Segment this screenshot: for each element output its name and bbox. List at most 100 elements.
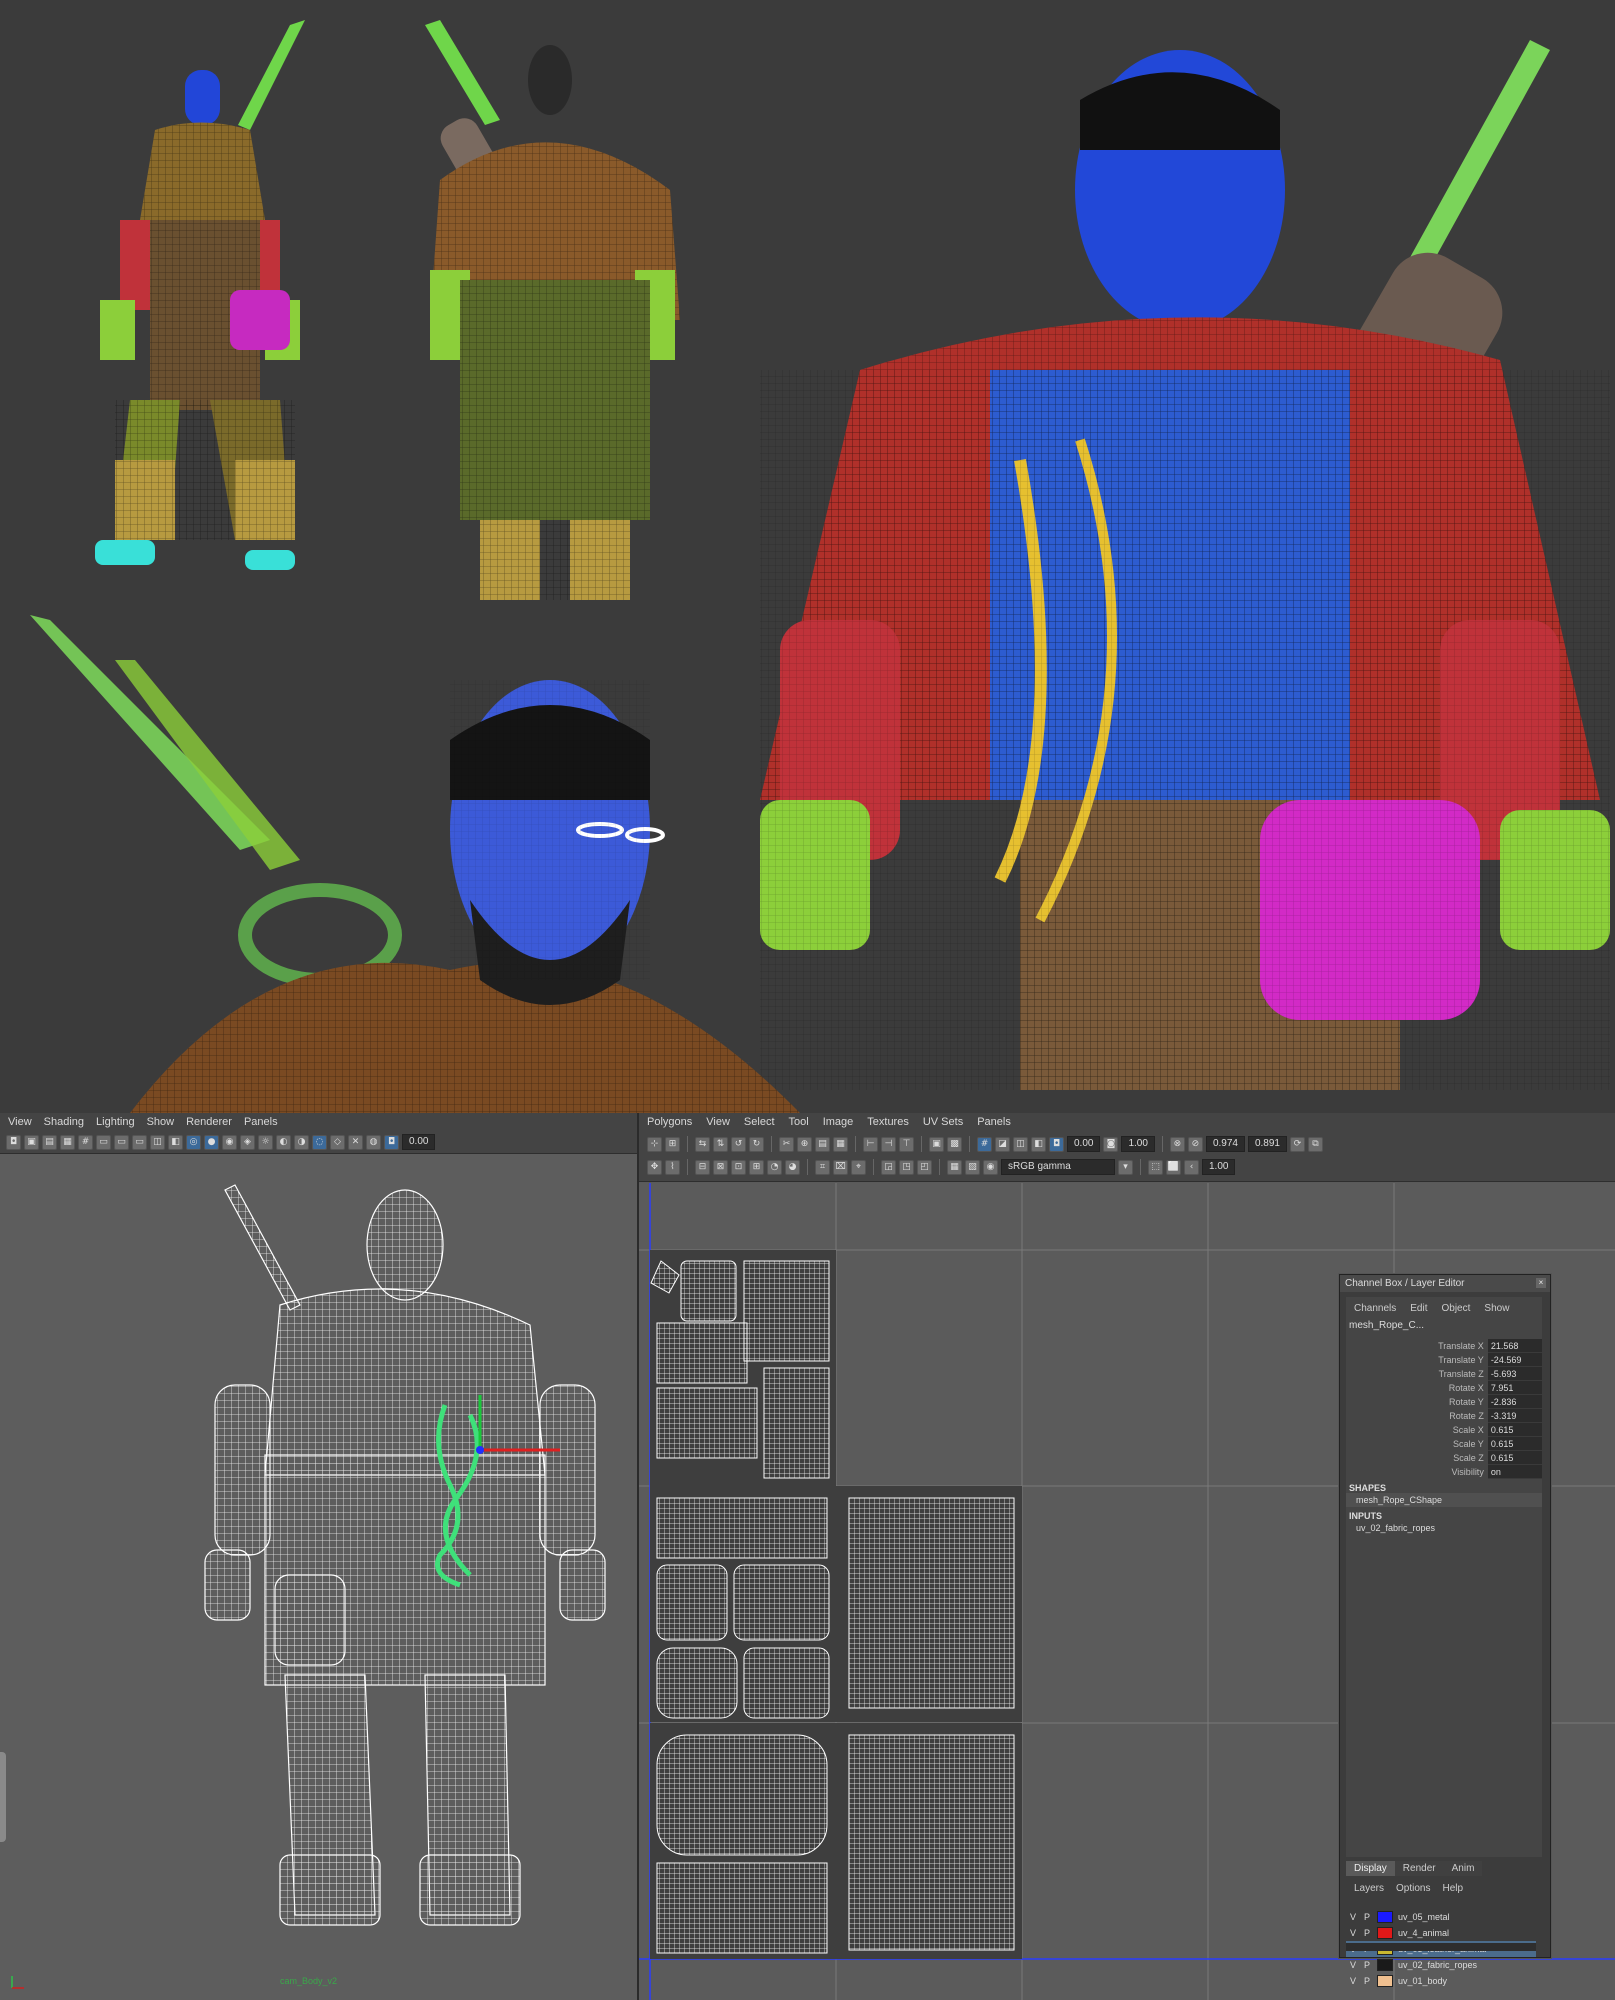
menu-show[interactable]: Show xyxy=(147,1113,175,1131)
menu-help[interactable]: Help xyxy=(1442,1883,1463,1894)
layer-visibility-toggle[interactable]: V xyxy=(1346,1928,1360,1938)
backface-icon[interactable]: ◍ xyxy=(366,1134,381,1150)
menu-uv-panels[interactable]: Panels xyxy=(977,1113,1011,1131)
attr-row-translate-x[interactable]: Translate X 21.568 xyxy=(1346,1339,1542,1353)
align-right-icon[interactable]: ⊣ xyxy=(881,1136,896,1152)
cut-uv-icon[interactable]: ✂ xyxy=(779,1136,794,1152)
dim-image-icon[interactable]: ◰ xyxy=(917,1159,932,1175)
bookmark-icon[interactable]: ▤ xyxy=(42,1134,57,1150)
tab-anim[interactable]: Anim xyxy=(1443,1861,1483,1876)
layer-visibility-toggle[interactable]: V xyxy=(1346,1976,1360,1986)
smudge-icon[interactable]: ⌇ xyxy=(665,1159,680,1175)
attr-row-scale-z[interactable]: Scale Z 0.615 xyxy=(1346,1451,1542,1465)
u-snap-icon[interactable]: ⊗ xyxy=(1169,1136,1185,1152)
channel-box-titlebar[interactable]: Channel Box / Layer Editor × xyxy=(1340,1275,1550,1292)
grid-toggle-icon[interactable]: # xyxy=(977,1136,992,1152)
attr-value[interactable]: on xyxy=(1487,1465,1542,1479)
menu-edit[interactable]: Edit xyxy=(1410,1303,1427,1314)
shadows-icon[interactable]: ◐ xyxy=(276,1134,291,1150)
dropdown-arrow-icon[interactable]: ▾ xyxy=(1118,1159,1133,1175)
colorspace-dropdown[interactable]: sRGB gamma xyxy=(1001,1159,1115,1175)
exposure-toggle-icon[interactable]: ◘ xyxy=(1049,1136,1064,1152)
zoom-field[interactable]: 1.00 xyxy=(1202,1159,1236,1175)
filter-icon[interactable]: ◳ xyxy=(899,1159,914,1175)
border-icon[interactable]: ⌧ xyxy=(833,1159,848,1175)
layer-row[interactable]: V P uv_02_fabric_ropes xyxy=(1346,1957,1536,1973)
align-top-icon[interactable]: ⊤ xyxy=(899,1136,914,1152)
menu-select[interactable]: Select xyxy=(744,1113,775,1131)
field-chart-icon[interactable]: ◫ xyxy=(150,1134,165,1150)
lock-camera-icon[interactable]: ▣ xyxy=(24,1134,39,1150)
color-manage-icon[interactable]: ◉ xyxy=(983,1159,998,1175)
gamma-toggle-icon[interactable]: ◙ xyxy=(1103,1136,1119,1152)
snapshot-icon[interactable]: ◲ xyxy=(881,1159,896,1175)
relax-icon[interactable]: ◕ xyxy=(785,1159,800,1175)
attr-row-scale-x[interactable]: Scale X 0.615 xyxy=(1346,1423,1542,1437)
layout-icon[interactable]: ▦ xyxy=(833,1136,848,1152)
wireframe-icon[interactable]: ◎ xyxy=(186,1134,201,1150)
grid-icon[interactable]: # xyxy=(78,1134,93,1150)
shell-icon[interactable]: ⌗ xyxy=(815,1159,830,1175)
film-gate-icon[interactable]: ▭ xyxy=(96,1134,111,1150)
frame-selected-icon[interactable]: ⬚ xyxy=(1148,1159,1163,1175)
v-coordinate-input[interactable]: 0.891 xyxy=(1247,1136,1287,1152)
side-panel-handle[interactable] xyxy=(0,1752,6,1842)
copy-uv-icon[interactable]: ⧉ xyxy=(1308,1136,1323,1152)
attr-value[interactable]: -5.693 xyxy=(1487,1367,1542,1381)
frame-all-icon[interactable]: ⬜ xyxy=(1166,1159,1181,1175)
menu-uv-sets[interactable]: UV Sets xyxy=(923,1113,963,1131)
layer-playback-toggle[interactable]: P xyxy=(1360,1928,1374,1938)
gate-mask-icon[interactable]: ▭ xyxy=(132,1134,147,1150)
wireframe-on-shaded-icon[interactable]: ◉ xyxy=(222,1134,237,1150)
attr-value[interactable]: 0.615 xyxy=(1487,1437,1542,1451)
pixel-snap-icon[interactable]: ▦ xyxy=(947,1159,962,1175)
attr-value[interactable]: 0.615 xyxy=(1487,1423,1542,1437)
v-snap-icon[interactable]: ⊘ xyxy=(1187,1136,1203,1152)
smooth-shade-icon[interactable]: ● xyxy=(204,1134,219,1150)
attr-row-visibility[interactable]: Visibility on xyxy=(1346,1465,1542,1479)
refresh-uv-icon[interactable]: ⟳ xyxy=(1290,1136,1305,1152)
menu-layers[interactable]: Layers xyxy=(1354,1883,1384,1894)
layer-row[interactable]: V P uv_05_metal xyxy=(1346,1909,1536,1925)
attr-row-scale-y[interactable]: Scale Y 0.615 xyxy=(1346,1437,1542,1451)
split-icon[interactable]: ⌖ xyxy=(851,1159,866,1175)
layer-visibility-toggle[interactable]: V xyxy=(1346,1960,1360,1970)
display-image-icon[interactable]: ▣ xyxy=(929,1136,944,1152)
menu-panels[interactable]: Panels xyxy=(244,1113,278,1131)
menu-cb-show[interactable]: Show xyxy=(1484,1303,1509,1314)
attr-row-translate-z[interactable]: Translate Z -5.693 xyxy=(1346,1367,1542,1381)
menu-renderer[interactable]: Renderer xyxy=(186,1113,232,1131)
menu-channels[interactable]: Channels xyxy=(1354,1303,1396,1314)
viewport-perspective[interactable]: View Shading Lighting Show Renderer Pane… xyxy=(0,1113,639,2000)
flip-u-icon[interactable]: ⇆ xyxy=(695,1136,710,1152)
layer-color-swatch[interactable] xyxy=(1377,1911,1393,1923)
layer-color-swatch[interactable] xyxy=(1377,1975,1393,1987)
menu-lighting[interactable]: Lighting xyxy=(96,1113,135,1131)
shape-node[interactable]: mesh_Rope_CShape xyxy=(1346,1493,1542,1507)
textured-icon[interactable]: ◈ xyxy=(240,1134,255,1150)
uv-lattice-icon[interactable]: ⊞ xyxy=(665,1136,680,1152)
xray-icon[interactable]: ◌ xyxy=(312,1134,327,1150)
u-coordinate-input[interactable]: 0.974 xyxy=(1205,1136,1245,1152)
xray-joints-icon[interactable]: ✕ xyxy=(348,1134,363,1150)
attr-value[interactable]: 21.568 xyxy=(1487,1339,1542,1353)
attr-value[interactable]: -24.569 xyxy=(1487,1353,1542,1367)
layer-playback-toggle[interactable]: P xyxy=(1360,1960,1374,1970)
rotate-ccw-icon[interactable]: ↺ xyxy=(731,1136,746,1152)
exposure-input[interactable]: 0.00 xyxy=(1067,1136,1101,1152)
unfold-u-icon[interactable]: ⊡ xyxy=(731,1159,746,1175)
flip-v-icon[interactable]: ⇅ xyxy=(713,1136,728,1152)
menu-image[interactable]: Image xyxy=(823,1113,854,1131)
gamma-input[interactable]: 1.00 xyxy=(1121,1136,1155,1152)
attr-value[interactable]: 0.615 xyxy=(1487,1451,1542,1465)
distortion-icon[interactable]: ◧ xyxy=(1031,1136,1046,1152)
close-icon[interactable]: × xyxy=(1536,1278,1546,1288)
safe-action-icon[interactable]: ◧ xyxy=(168,1134,183,1150)
checker-icon[interactable]: ▩ xyxy=(947,1136,962,1152)
resolution-gate-icon[interactable]: ▭ xyxy=(114,1134,129,1150)
tab-render[interactable]: Render xyxy=(1394,1861,1444,1876)
menu-view[interactable]: View xyxy=(8,1113,32,1131)
attr-row-rotate-x[interactable]: Rotate X 7.951 xyxy=(1346,1381,1542,1395)
unfold-icon[interactable]: ▤ xyxy=(815,1136,830,1152)
tab-display[interactable]: Display xyxy=(1346,1861,1395,1876)
